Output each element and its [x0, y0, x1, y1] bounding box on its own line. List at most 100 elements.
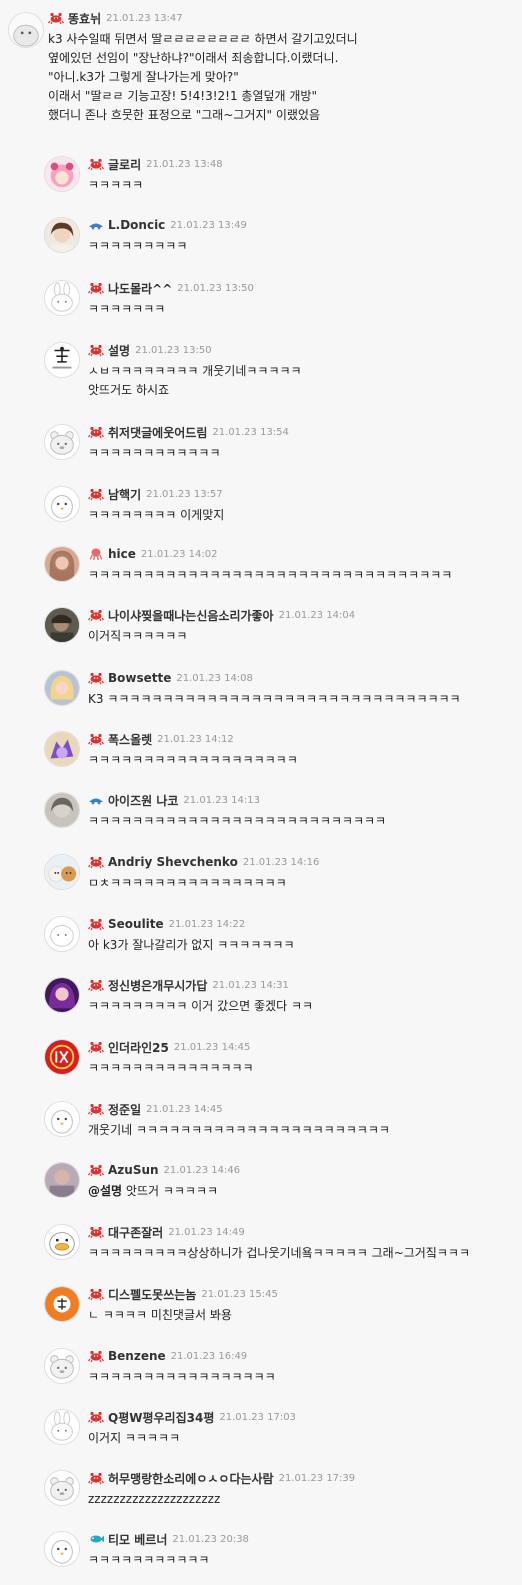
- comment-nickname[interactable]: 디스펠도못쓰는놈: [108, 1286, 196, 1303]
- comment-timestamp: 21.01.23 14:12: [157, 733, 234, 745]
- fish-icon: [88, 219, 104, 231]
- comment-body: ㅋㅋㅋㅋㅋㅋㅋㅋ 이게맞지: [88, 506, 224, 525]
- comment-text-line: ㅋㅋㅋㅋㅋㅋㅋ: [88, 302, 166, 316]
- comment-header: hice 21.01.23 14:02: [88, 546, 217, 562]
- avatar[interactable]: [44, 1531, 80, 1567]
- avatar[interactable]: [44, 1162, 80, 1198]
- comment-body: ㅋㅋㅋㅋㅋ: [88, 176, 143, 195]
- avatar[interactable]: [44, 916, 80, 952]
- avatar[interactable]: [44, 1348, 80, 1384]
- comment-text-line: ㅋㅋㅋㅋㅋㅋㅋㅋㅋㅋㅋㅋㅋㅋㅋㅋㅋ: [88, 1370, 276, 1384]
- comment-text-line: 이거지 ㅋㅋㅋㅋㅋ: [88, 1431, 181, 1445]
- comment-header: 설명 21.01.23 13:50: [88, 342, 212, 358]
- avatar[interactable]: [44, 156, 80, 192]
- comment-header: L.Doncic 21.01.23 13:49: [88, 217, 247, 233]
- comment-nickname[interactable]: Bowsette: [108, 671, 171, 685]
- avatar[interactable]: [44, 792, 80, 828]
- comment-nickname[interactable]: 글로리: [108, 156, 141, 173]
- comment-nickname[interactable]: AzuSun: [108, 1163, 159, 1177]
- avatar[interactable]: [44, 607, 80, 643]
- comment-text-line: ㅋㅋㅋㅋㅋㅋㅋㅋㅋㅋㅋ: [88, 1553, 210, 1567]
- avatar[interactable]: [44, 1039, 80, 1075]
- comment-header: 남핵기 21.01.23 13:57: [88, 486, 223, 502]
- comment-text-line: 이래서 "딸ㄹㄹ 기능고장! 5!4!3!2!1 총열덮개 개방": [48, 89, 317, 103]
- comment-nickname[interactable]: hice: [108, 547, 136, 561]
- comment-timestamp: 21.01.23 16:49: [170, 1350, 248, 1362]
- comment-nickname[interactable]: 대구존잘러: [108, 1224, 163, 1241]
- avatar[interactable]: [44, 424, 80, 460]
- comment-nickname[interactable]: 아이즈원 나코: [108, 792, 178, 809]
- comment-nickname[interactable]: 티모 베르너: [108, 1531, 167, 1548]
- comment-header: 글로리 21.01.23 13:48: [88, 156, 223, 172]
- comment-nickname[interactable]: Q평W평우리집34평: [108, 1409, 214, 1426]
- comment-timestamp: 21.01.23 14:46: [163, 1164, 241, 1176]
- comment-nickname[interactable]: 나이샤찢을때나는신음소리가좋아: [108, 607, 274, 624]
- comment-header: Q평W평우리집34평 21.01.23 17:03: [88, 1409, 296, 1425]
- comment-header: Andriy Shevchenko 21.01.23 14:16: [88, 854, 319, 870]
- comment-text-line: ㅅㅂㅋㅋㅋㅋㅋㅋㅋㅋ 개웃기네ㅋㅋㅋㅋㅋ: [88, 364, 302, 378]
- comment-nickname[interactable]: 남핵기: [108, 486, 141, 503]
- crab-icon: [48, 12, 64, 24]
- avatar[interactable]: [44, 1224, 80, 1260]
- comment-body: ㅋㅋㅋㅋㅋㅋㅋ: [88, 300, 165, 319]
- avatar[interactable]: [44, 1286, 80, 1322]
- comment-timestamp: 21.01.23 13:50: [177, 282, 254, 294]
- avatar[interactable]: [44, 217, 80, 253]
- avatar[interactable]: [44, 854, 80, 890]
- comment-nickname[interactable]: 똥효뉘: [68, 10, 101, 27]
- comment-nickname[interactable]: 취저댓글에웃어드림: [108, 424, 207, 441]
- comment-timestamp: 21.01.23 14:49: [168, 1226, 245, 1238]
- comment-header: 티모 베르너 21.01.23 20:38: [88, 1531, 249, 1547]
- comment-nickname[interactable]: Benzene: [108, 1349, 166, 1363]
- comment-nickname[interactable]: L.Doncic: [108, 218, 165, 232]
- comment-header: 정신병은개무시가답 21.01.23 14:31: [88, 977, 289, 993]
- comment-text-line: 했더니 존나 흐뭇한 표정으로 "그래~그거지" 이랬었음: [48, 108, 321, 122]
- avatar[interactable]: [44, 1470, 80, 1506]
- comment-nickname[interactable]: 설명: [108, 342, 130, 359]
- comment-header: Benzene 21.01.23 16:49: [88, 1348, 247, 1364]
- comment-body: 아 k3가 잘나갈리가 없지 ㅋㅋㅋㅋㅋㅋㅋ: [88, 936, 294, 955]
- crab-icon: [88, 1288, 104, 1300]
- avatar[interactable]: [44, 1101, 80, 1137]
- comment-nickname[interactable]: 나도몰라^^: [108, 280, 172, 297]
- comment-body: ㅋㅋㅋㅋㅋㅋㅋㅋㅋ: [88, 237, 187, 256]
- avatar[interactable]: [44, 1409, 80, 1445]
- comment-timestamp: 21.01.23 15:45: [201, 1288, 278, 1300]
- avatar[interactable]: [44, 546, 80, 582]
- comment-nickname[interactable]: Andriy Shevchenko: [108, 855, 238, 869]
- comment-timestamp: 21.01.23 13:54: [212, 426, 289, 438]
- octopus-icon: [88, 548, 104, 560]
- avatar[interactable]: [44, 486, 80, 522]
- crab-icon: [88, 1472, 104, 1484]
- avatar[interactable]: [44, 280, 80, 316]
- comment-nickname[interactable]: Seoulite: [108, 917, 164, 931]
- avatar[interactable]: [44, 731, 80, 767]
- comment-timestamp: 21.01.23 14:13: [183, 794, 260, 806]
- comment-nickname[interactable]: 정준일: [108, 1101, 141, 1118]
- comment-text-line: ㅋㅋㅋㅋㅋㅋㅋㅋㅋ: [88, 239, 188, 253]
- comment-text-line: ㅋㅋㅋㅋㅋㅋㅋㅋㅋ 이거 갔으면 좋겠다 ㅋㅋ: [88, 999, 314, 1013]
- avatar[interactable]: [8, 12, 44, 48]
- comment-nickname[interactable]: 정신병은개무시가답: [108, 977, 207, 994]
- comment-text-line: 개웃기네 ㅋㅋㅋㅋㅋㅋㅋㅋㅋㅋㅋㅋㅋㅋㅋㅋㅋㅋㅋㅋㅋㅋㅋ: [88, 1123, 390, 1137]
- comment-text-line: ㅋㅋㅋㅋㅋㅋㅋㅋㅋㅋㅋㅋㅋㅋㅋㅋㅋㅋㅋㅋㅋㅋㅋㅋㅋㅋㅋ: [88, 814, 387, 828]
- comment-timestamp: 21.01.23 14:45: [146, 1103, 223, 1115]
- comment-body: 이거지 ㅋㅋㅋㅋㅋ: [88, 1429, 180, 1448]
- avatar[interactable]: [44, 670, 80, 706]
- comment-nickname[interactable]: 허무맹랑한소리에ㅇㅅㅇ다는사람: [108, 1470, 274, 1487]
- crab-icon: [88, 672, 104, 684]
- mention-link[interactable]: @설명: [88, 1184, 122, 1198]
- avatar[interactable]: [44, 342, 80, 378]
- comment-text-line: ㅋㅋㅋㅋㅋ: [88, 178, 144, 192]
- crab-icon: [88, 1226, 104, 1238]
- comment-header: 폭스올렛 21.01.23 14:12: [88, 731, 234, 747]
- avatar[interactable]: [44, 977, 80, 1013]
- comment-header: 똥효뉘 21.01.23 13:47: [48, 10, 183, 26]
- comment-text-line: ㅋㅋㅋㅋㅋㅋㅋㅋㅋㅋㅋㅋ: [88, 446, 221, 460]
- comment-body: ㅋㅋㅋㅋㅋㅋㅋㅋㅋ상상하니가 겁나웃기네욬ㅋㅋㅋㅋㅋ 그래~그거짘ㅋㅋㅋ: [88, 1244, 470, 1263]
- comment-body: ㅋㅋㅋㅋㅋㅋㅋㅋㅋㅋㅋㅋ: [88, 444, 220, 463]
- comment-body: ㄴ ㅋㅋㅋㅋ 미친댓글서 봐용: [88, 1306, 232, 1325]
- comment-body: k3 사수일때 뒤면서 딸ㄹㄹㄹㄹㄹㄹㄹㄹ 하면서 갈기고있더니 옆에있던 선임이…: [48, 30, 358, 125]
- comment-nickname[interactable]: 폭스올렛: [108, 731, 152, 748]
- comment-nickname[interactable]: 인더라인25: [108, 1039, 169, 1056]
